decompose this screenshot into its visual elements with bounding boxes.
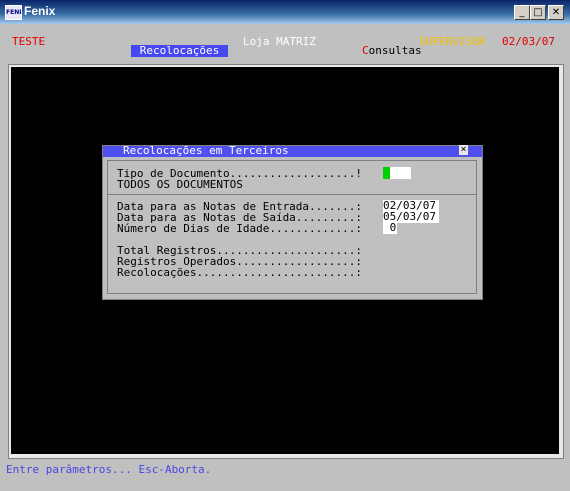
divider (107, 194, 477, 195)
menu-consultas[interactable]: Consultas (362, 45, 422, 57)
tipo-documento-input[interactable] (390, 167, 411, 179)
store-label: Loja MATRIZ (243, 35, 316, 48)
window-titlebar[interactable]: FENIX Fenix _ □ ✕ (0, 0, 570, 24)
status-bar: Entre parâmetros... Esc-Aborta. (6, 463, 212, 476)
date-label: 02/03/07 (502, 35, 555, 48)
app-header: TESTE Loja MATRIZ SUPERVISOR 02/03/07 Re… (0, 24, 570, 62)
recolocacoes-dialog: Recolocações em Terceiros × Tipo de Docu… (102, 145, 483, 300)
tipo-documento-description: TODOS OS DOCUMENTOS (117, 178, 243, 191)
recolocacoes-label: Recolocações........................: (117, 266, 363, 279)
text-cursor (383, 167, 390, 179)
dias-idade-label: Número de Dias de Idade.............: (117, 222, 363, 235)
dialog-titlebar[interactable]: Recolocações em Terceiros × (103, 144, 482, 157)
user-label: SUPERVISOR (419, 35, 486, 48)
window-title: Fenix (24, 4, 56, 18)
menu-consultas-hotkey: C (362, 44, 369, 57)
dialog-close-icon[interactable]: × (459, 145, 468, 155)
maximize-button[interactable]: □ (530, 5, 546, 20)
menu-recolocacoes[interactable]: Recolocações (131, 45, 228, 57)
dialog-title: Recolocações em Terceiros (123, 144, 289, 157)
environment-label: TESTE (12, 35, 46, 48)
minimize-button[interactable]: _ (514, 5, 530, 20)
app-icon: FENIX (5, 5, 22, 20)
close-button[interactable]: ✕ (548, 5, 564, 20)
dias-idade-input[interactable]: 0 (383, 222, 397, 234)
menu-consultas-label: onsultas (368, 44, 422, 57)
